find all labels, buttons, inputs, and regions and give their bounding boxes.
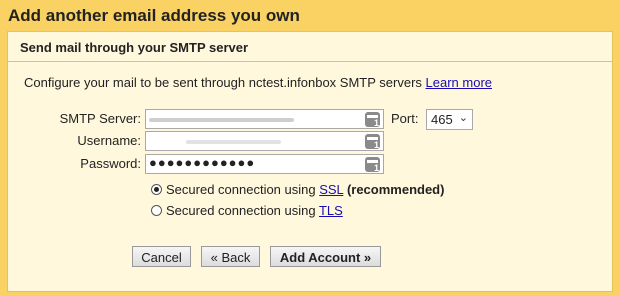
port-value: 465	[431, 112, 453, 127]
port-select[interactable]: 465 ⌄	[426, 109, 473, 130]
tls-option[interactable]: Secured connection using TLS	[166, 203, 343, 218]
ssl-link[interactable]: SSL	[319, 182, 343, 197]
chevron-down-icon: ⌄	[458, 112, 468, 124]
back-button[interactable]: « Back	[201, 246, 260, 267]
dialog-title: Add another email address you own	[8, 6, 300, 25]
learn-more-link[interactable]: Learn more	[426, 75, 492, 90]
add-account-button[interactable]: Add Account »	[270, 246, 381, 267]
port-label: Port:	[391, 111, 419, 126]
password-manager-icon[interactable]	[365, 157, 380, 173]
username-value-redacted	[186, 140, 281, 144]
cancel-button[interactable]: Cancel	[132, 246, 191, 267]
password-manager-icon[interactable]	[365, 134, 380, 150]
divider	[8, 61, 612, 62]
dialog-header: Add another email address you own	[0, 0, 620, 34]
password-label: Password:	[80, 156, 141, 171]
description: Configure your mail to be sent through n…	[24, 75, 492, 90]
smtp-server-label: SMTP Server:	[59, 111, 141, 126]
smtp-panel: Send mail through your SMTP server Confi…	[7, 31, 613, 292]
password-manager-icon[interactable]	[365, 112, 380, 128]
username-label: Username:	[77, 133, 141, 148]
ssl-prefix: Secured connection using	[166, 182, 320, 197]
ssl-recommended: (recommended)	[346, 182, 445, 197]
password-field[interactable]: ●●●●●●●●●●●●	[145, 154, 384, 174]
tls-link[interactable]: TLS	[319, 203, 343, 218]
description-text: Configure your mail to be sent through n…	[24, 75, 422, 90]
panel-subtitle: Send mail through your SMTP server	[20, 40, 249, 55]
smtp-server-field[interactable]	[145, 109, 384, 129]
ssl-radio[interactable]	[151, 184, 162, 195]
tls-prefix: Secured connection using	[166, 203, 319, 218]
ssl-option[interactable]: Secured connection using SSL (recommende…	[166, 182, 444, 197]
password-value: ●●●●●●●●●●●●	[149, 155, 256, 170]
tls-radio[interactable]	[151, 205, 162, 216]
username-field[interactable]	[145, 131, 384, 151]
smtp-server-value-redacted	[149, 118, 294, 122]
